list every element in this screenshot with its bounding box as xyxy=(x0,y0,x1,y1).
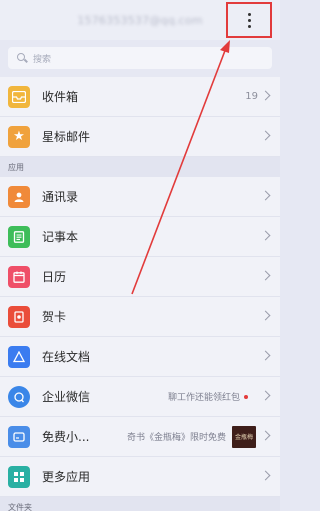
calendar-label: 日历 xyxy=(42,270,67,284)
more-vertical-icon xyxy=(247,12,251,28)
wechat-work-label: 企业微信 xyxy=(42,390,91,404)
search-area: 搜索 xyxy=(0,40,280,77)
inbox-count: 19 xyxy=(245,91,258,102)
top-bar: 1576353537@qq.com xyxy=(0,0,280,40)
chevron-right-icon xyxy=(260,190,271,201)
contacts-icon xyxy=(8,185,30,208)
calendar-icon xyxy=(8,265,30,288)
wechat-work-item[interactable]: 企业微信 聊工作还能领红包 xyxy=(0,377,280,417)
starred-item[interactable]: ★ 星标邮件 xyxy=(0,117,280,157)
mini-program-item[interactable]: 免费小... 奇书《金瓶梅》限时免费 金瓶梅 xyxy=(0,417,280,457)
contacts-item[interactable]: 通讯录 xyxy=(0,177,280,217)
folders-section-header: 文件夹 xyxy=(0,497,280,511)
chevron-right-icon xyxy=(260,310,271,321)
online-docs-label: 在线文档 xyxy=(42,350,91,364)
more-options-button[interactable] xyxy=(226,2,272,38)
notes-label: 记事本 xyxy=(42,230,79,244)
search-input[interactable]: 搜索 xyxy=(8,47,272,69)
online-docs-item[interactable]: 在线文档 xyxy=(0,337,280,377)
search-icon xyxy=(17,53,27,63)
more-apps-item[interactable]: 更多应用 xyxy=(0,457,280,497)
chevron-right-icon xyxy=(260,130,271,141)
mini-program-note: 奇书《金瓶梅》限时免费 xyxy=(126,433,226,443)
starred-label: 星标邮件 xyxy=(42,130,91,144)
star-icon: ★ xyxy=(8,125,30,148)
calendar-item[interactable]: 日历 xyxy=(0,257,280,297)
book-thumbnail: 金瓶梅 xyxy=(232,426,256,448)
grid-icon xyxy=(8,465,30,488)
chevron-right-icon xyxy=(260,90,271,101)
notes-item[interactable]: 记事本 xyxy=(0,217,280,257)
docs-icon xyxy=(8,345,30,368)
unread-dot xyxy=(244,394,248,399)
inbox-label: 收件箱 xyxy=(42,90,79,104)
apps-section-header: 应用 xyxy=(0,157,280,177)
wechat-work-icon xyxy=(8,385,30,408)
more-apps-label: 更多应用 xyxy=(42,470,91,484)
chevron-right-icon xyxy=(260,230,271,241)
mini-program-label: 免费小... xyxy=(42,430,90,444)
greeting-card-label: 贺卡 xyxy=(42,310,67,324)
chevron-right-icon xyxy=(260,430,271,441)
chevron-right-icon xyxy=(260,350,271,361)
mini-program-icon xyxy=(8,425,30,448)
chevron-right-icon xyxy=(260,390,271,401)
search-placeholder: 搜索 xyxy=(33,54,52,65)
inbox-icon xyxy=(8,85,30,108)
greeting-card-icon xyxy=(8,305,30,328)
inbox-item[interactable]: 收件箱 19 xyxy=(0,77,280,117)
account-email: 1576353537@qq.com xyxy=(77,13,203,27)
chevron-right-icon xyxy=(260,270,271,281)
greeting-card-item[interactable]: 贺卡 xyxy=(0,297,280,337)
wechat-work-note: 聊工作还能领红包 xyxy=(167,393,240,403)
notes-icon xyxy=(8,225,30,248)
chevron-right-icon xyxy=(260,470,271,481)
contacts-label: 通讯录 xyxy=(42,190,79,204)
